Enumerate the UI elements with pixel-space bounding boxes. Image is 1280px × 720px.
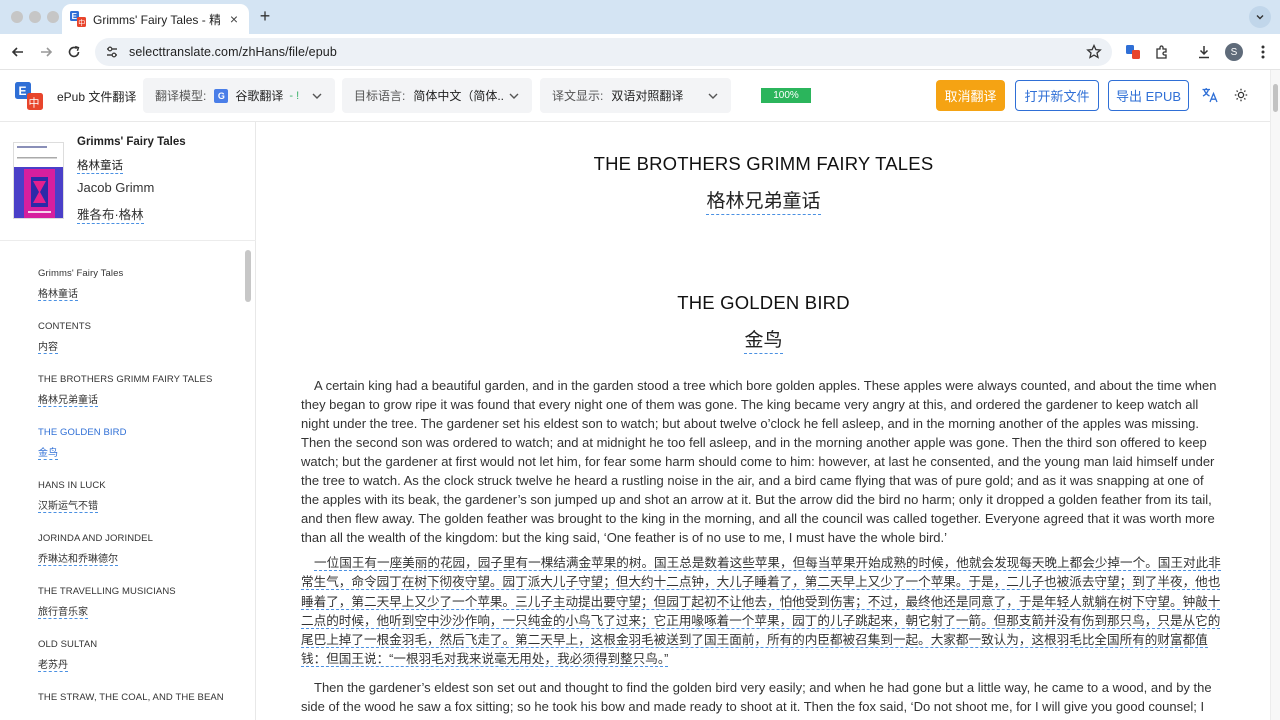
paragraph-translation-text: 一位国王有一座美丽的花园，园子里有一棵结满金苹果的树。国王总是数着这些苹果，但每… (301, 556, 1221, 668)
paragraph-translation: 一位国王有一座美丽的花园，园子里有一棵结满金苹果的树。国王总是数着这些苹果，但每… (301, 554, 1225, 670)
extensions-puzzle-icon[interactable] (1152, 42, 1172, 62)
theme-toggle-sun-icon[interactable] (1231, 85, 1251, 105)
export-epub-button[interactable]: 导出 EPUB (1108, 80, 1189, 111)
toc-item-label: Grimms' Fairy Tales (38, 268, 124, 279)
page-scrollbar[interactable] (1270, 70, 1280, 720)
back-arrow-icon[interactable] (8, 42, 28, 62)
toc-item[interactable]: Grimms' Fairy Tales 格林童话 (38, 268, 123, 302)
book-heading-translation: 格林兄弟童话 (257, 186, 1270, 215)
browser-menu-icon[interactable] (1253, 42, 1273, 62)
svg-text:中: 中 (29, 97, 40, 110)
model-select-label: 翻译模型: (155, 89, 207, 103)
toc-item-label: THE GOLDEN BIRD (38, 427, 127, 438)
svg-text:E: E (19, 84, 27, 98)
display-mode-select[interactable]: 译文显示: 双语对照翻译 (540, 78, 731, 113)
page-scrollbar-thumb[interactable] (1273, 84, 1278, 112)
window-close-button[interactable] (11, 11, 23, 23)
toc-item-translation: 旅行音乐家 (38, 603, 88, 619)
download-icon[interactable] (1194, 42, 1214, 62)
chevron-down-icon (312, 93, 322, 99)
target-language-select[interactable]: 目标语言: 简体中文（简体... (342, 78, 532, 113)
app-header: E 中 ePub 文件翻译 翻译模型: G 谷歌翻译 - ! 目标语言: 简体中… (0, 70, 1270, 122)
toc-item-label: JORINDA AND JORINDEL (38, 533, 153, 544)
chapter-heading-translation-text: 金鸟 (744, 330, 783, 354)
window-maximize-button[interactable] (47, 11, 59, 23)
toc-item-translation: 内容 (38, 338, 58, 354)
reader-pane: THE BROTHERS GRIMM FAIRY TALES 格林兄弟童话 TH… (257, 122, 1270, 720)
toc-item-translation: 格林童话 (38, 285, 78, 301)
browser-tab-active[interactable]: E 中 Grimms' Fairy Tales - 精挑翻译 × (62, 4, 249, 34)
book-author-translation: 雅各布·格林 (77, 204, 144, 224)
app-favicon-icon: E 中 (70, 11, 86, 27)
book-heading: THE BROTHERS GRIMM FAIRY TALES (593, 153, 934, 174)
address-bar[interactable]: selecttranslate.com/zhHans/file/epub (95, 38, 1112, 66)
toc-item-label: OLD SULTAN (38, 639, 98, 650)
site-settings-icon[interactable] (105, 45, 119, 59)
toc-item[interactable]: OLD SULTAN 老苏丹 (38, 639, 97, 673)
language-switch-icon[interactable] (1200, 85, 1220, 105)
app-title: ePub 文件翻译 (57, 90, 137, 104)
app-logo-icon: E 中 (15, 82, 43, 110)
toc-item[interactable]: THE TRAVELLING MUSICIANS 旅行音乐家 (38, 586, 176, 620)
table-of-contents: Grimms' Fairy Tales 格林童话 CONTENTS 内容 THE… (0, 248, 242, 720)
toc-item-translation: 金鸟 (38, 444, 58, 460)
bookmark-star-icon[interactable] (1086, 44, 1102, 60)
new-tab-icon[interactable]: + (256, 6, 274, 27)
chapter-heading: THE GOLDEN BIRD (677, 292, 850, 313)
sidebar-scrollbar-thumb[interactable] (245, 250, 251, 302)
tab-close-icon[interactable]: × (227, 11, 241, 27)
model-status-icon: - ! (289, 89, 300, 102)
toc-item-label: THE BROTHERS GRIMM FAIRY TALES (38, 374, 213, 385)
toc-item-translation: 老苏丹 (38, 656, 68, 672)
toc-item-label: THE TRAVELLING MUSICIANS (38, 586, 176, 597)
toc-item[interactable]: THE BROTHERS GRIMM FAIRY TALES 格林兄弟童话 (38, 374, 212, 408)
svg-text:中: 中 (78, 18, 85, 27)
chapter-heading-translation: 金鸟 (257, 325, 1270, 354)
book-title: Grimms' Fairy Tales (77, 136, 186, 148)
window-minimize-button[interactable] (29, 11, 41, 23)
toc-item-label: THE STRAW, THE COAL, AND THE BEAN (38, 692, 224, 703)
toc-item-label: CONTENTS (38, 321, 92, 332)
forward-arrow-icon[interactable] (36, 42, 56, 62)
target-language-label: 目标语言: (354, 89, 406, 103)
model-select[interactable]: 翻译模型: G 谷歌翻译 - ! (143, 78, 335, 113)
cancel-translation-button[interactable]: 取消翻译 (936, 80, 1005, 111)
tab-search-icon[interactable] (1249, 6, 1271, 28)
svg-text:E: E (72, 12, 78, 21)
chevron-down-icon (708, 93, 718, 99)
toc-item[interactable]: CONTENTS 内容 (38, 321, 91, 355)
profile-avatar[interactable]: S (1225, 43, 1243, 61)
display-mode-value: 双语对照翻译 (611, 89, 684, 103)
google-translate-icon: G (214, 88, 229, 103)
url-text: selecttranslate.com/zhHans/file/epub (129, 45, 337, 59)
toc-item[interactable]: HANS IN LUCK 汉斯运气不错 (38, 480, 106, 514)
tab-title: Grimms' Fairy Tales - 精挑翻译 (93, 12, 220, 27)
browser-tabstrip: E 中 Grimms' Fairy Tales - 精挑翻译 × + (0, 0, 1280, 34)
book-heading-translation-text: 格林兄弟童话 (706, 191, 821, 215)
browser-toolbar: selecttranslate.com/zhHans/file/epub S (0, 34, 1280, 70)
sidebar-divider (0, 240, 256, 241)
toc-item-active[interactable]: THE GOLDEN BIRD 金鸟 (38, 427, 127, 461)
model-select-value: 谷歌翻译 (235, 89, 284, 103)
paragraph-original: Then the gardener’s eldest son set out a… (301, 680, 1212, 714)
toc-item-translation: 乔琳达和乔琳德尔 (38, 550, 118, 566)
translate-extension-icon[interactable] (1123, 42, 1143, 62)
chevron-down-icon (509, 93, 519, 99)
book-title-translation: 格林童话 (77, 157, 123, 174)
toc-item[interactable]: THE STRAW, THE COAL, AND THE BEAN (38, 692, 224, 703)
open-new-file-button[interactable]: 打开新文件 (1015, 80, 1099, 111)
book-cover-image (13, 142, 64, 219)
display-mode-label: 译文显示: (552, 89, 604, 103)
reload-icon[interactable] (64, 42, 84, 62)
book-sidebar: Grimms' Fairy Tales 格林童话 Jacob Grimm 雅各布… (0, 122, 256, 720)
target-language-value: 简体中文（简体... (413, 89, 506, 103)
book-author: Jacob Grimm (77, 180, 155, 195)
toc-item[interactable]: JORINDA AND JORINDEL 乔琳达和乔琳德尔 (38, 533, 153, 567)
toc-item-translation: 格林兄弟童话 (38, 391, 98, 407)
paragraph-original: A certain king had a beautiful garden, a… (301, 378, 1217, 545)
toc-item-translation: 汉斯运气不错 (38, 497, 98, 513)
toc-item-label: HANS IN LUCK (38, 480, 106, 491)
translation-progress: 100% (761, 88, 811, 103)
